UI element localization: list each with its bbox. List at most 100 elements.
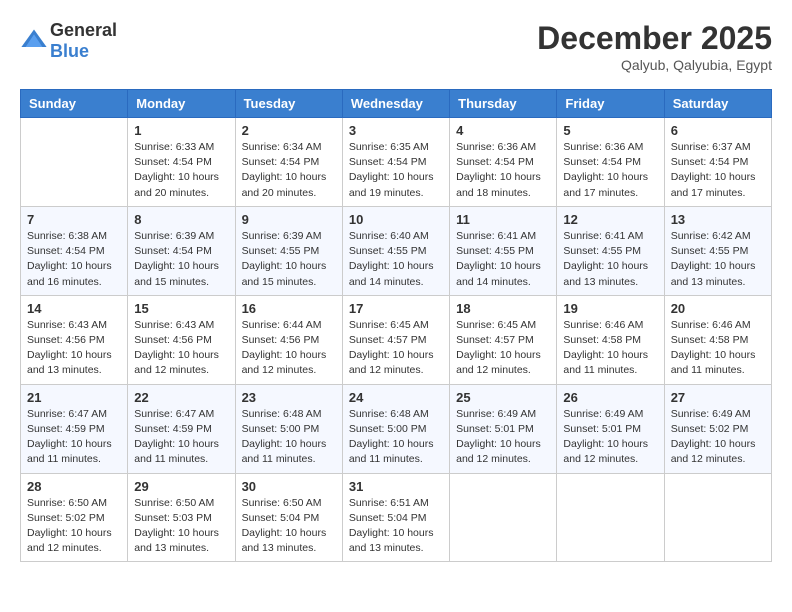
day-number: 2 xyxy=(242,123,336,138)
calendar-cell: 7Sunrise: 6:38 AMSunset: 4:54 PMDaylight… xyxy=(21,206,128,295)
day-number: 19 xyxy=(563,301,657,316)
weekday-header-saturday: Saturday xyxy=(664,90,771,118)
day-info: Sunrise: 6:36 AMSunset: 4:54 PMDaylight:… xyxy=(456,140,550,201)
calendar-cell: 27 Sunrise: 6:49 AMSunset: 5:02 PMDayligh… xyxy=(664,384,771,473)
calendar-cell: 21Sunrise: 6:47 AMSunset: 4:59 PMDayligh… xyxy=(21,384,128,473)
day-number: 11 xyxy=(456,212,550,227)
calendar-cell: 11 Sunrise: 6:41 AMSunset: 4:55 PMDayligh… xyxy=(450,206,557,295)
title-block: December 2025 Qalyub, Qalyubia, Egypt xyxy=(537,20,772,73)
calendar-cell: 8 Sunrise: 6:39 AMSunset: 4:54 PMDaylight… xyxy=(128,206,235,295)
day-number: 23 xyxy=(242,390,336,405)
calendar-table: SundayMondayTuesdayWednesdayThursdayFrid… xyxy=(20,89,772,562)
day-number: 24 xyxy=(349,390,443,405)
calendar-cell: 17Sunrise: 6:45 AMSunset: 4:57 PMDayligh… xyxy=(342,295,449,384)
day-info: Sunrise: 6:45 AMSunset: 4:57 PMDaylight:… xyxy=(349,318,443,379)
day-info: Sunrise: 6:43 AMSunset: 4:56 PMDaylight:… xyxy=(27,318,121,379)
day-number: 16 xyxy=(242,301,336,316)
logo-icon xyxy=(20,26,48,54)
day-number: 8 xyxy=(134,212,228,227)
calendar-cell: 29 Sunrise: 6:50 AMSunset: 5:03 PMDayligh… xyxy=(128,473,235,562)
day-number: 6 xyxy=(671,123,765,138)
calendar-week-row: 1 Sunrise: 6:33 AMSunset: 4:54 PMDaylight… xyxy=(21,118,772,207)
day-info: Sunrise: 6:38 AMSunset: 4:54 PMDaylight:… xyxy=(27,229,121,290)
day-info: Sunrise: 6:45 AMSunset: 4:57 PMDaylight:… xyxy=(456,318,550,379)
day-info: Sunrise: 6:46 AMSunset: 4:58 PMDaylight:… xyxy=(563,318,657,379)
day-info: Sunrise: 6:35 AMSunset: 4:54 PMDaylight:… xyxy=(349,140,443,201)
calendar-cell: 25 Sunrise: 6:49 AMSunset: 5:01 PMDayligh… xyxy=(450,384,557,473)
day-number: 29 xyxy=(134,479,228,494)
weekday-header-wednesday: Wednesday xyxy=(342,90,449,118)
day-number: 10 xyxy=(349,212,443,227)
calendar-cell: 16 Sunrise: 6:44 AMSunset: 4:56 PMDayligh… xyxy=(235,295,342,384)
day-number: 28 xyxy=(27,479,121,494)
day-info: Sunrise: 6:49 AMSunset: 5:01 PMDaylight:… xyxy=(563,407,657,468)
day-info: Sunrise: 6:42 AMSunset: 4:55 PMDaylight:… xyxy=(671,229,765,290)
logo: General Blue xyxy=(20,20,117,60)
month-title: December 2025 xyxy=(537,20,772,57)
calendar-cell: 10 Sunrise: 6:40 AMSunset: 4:55 PMDayligh… xyxy=(342,206,449,295)
calendar-cell: 26 Sunrise: 6:49 AMSunset: 5:01 PMDayligh… xyxy=(557,384,664,473)
day-number: 4 xyxy=(456,123,550,138)
calendar-cell: 22 Sunrise: 6:47 AMSunset: 4:59 PMDayligh… xyxy=(128,384,235,473)
calendar-cell: 4 Sunrise: 6:36 AMSunset: 4:54 PMDaylight… xyxy=(450,118,557,207)
calendar-cell: 2Sunrise: 6:34 AMSunset: 4:54 PMDaylight… xyxy=(235,118,342,207)
calendar-cell: 6Sunrise: 6:37 AMSunset: 4:54 PMDaylight… xyxy=(664,118,771,207)
weekday-header-monday: Monday xyxy=(128,90,235,118)
calendar-cell: 1 Sunrise: 6:33 AMSunset: 4:54 PMDaylight… xyxy=(128,118,235,207)
calendar-week-row: 14 Sunrise: 6:43 AMSunset: 4:56 PMDayligh… xyxy=(21,295,772,384)
day-number: 31 xyxy=(349,479,443,494)
calendar-cell: 5 Sunrise: 6:36 AMSunset: 4:54 PMDaylight… xyxy=(557,118,664,207)
day-number: 5 xyxy=(563,123,657,138)
day-number: 14 xyxy=(27,301,121,316)
calendar-cell xyxy=(21,118,128,207)
calendar-cell: 18Sunrise: 6:45 AMSunset: 4:57 PMDayligh… xyxy=(450,295,557,384)
day-info: Sunrise: 6:41 AMSunset: 4:55 PMDaylight:… xyxy=(456,229,550,290)
calendar-cell: 9Sunrise: 6:39 AMSunset: 4:55 PMDaylight… xyxy=(235,206,342,295)
day-info: Sunrise: 6:41 AMSunset: 4:55 PMDaylight:… xyxy=(563,229,657,290)
day-number: 22 xyxy=(134,390,228,405)
day-info: Sunrise: 6:47 AMSunset: 4:59 PMDaylight:… xyxy=(134,407,228,468)
day-info: Sunrise: 6:36 AMSunset: 4:54 PMDaylight:… xyxy=(563,140,657,201)
weekday-header-thursday: Thursday xyxy=(450,90,557,118)
calendar-cell: 20Sunrise: 6:46 AMSunset: 4:58 PMDayligh… xyxy=(664,295,771,384)
calendar-cell xyxy=(450,473,557,562)
calendar-cell: 30Sunrise: 6:50 AMSunset: 5:04 PMDayligh… xyxy=(235,473,342,562)
day-info: Sunrise: 6:51 AMSunset: 5:04 PMDaylight:… xyxy=(349,496,443,557)
calendar-cell: 15 Sunrise: 6:43 AMSunset: 4:56 PMDayligh… xyxy=(128,295,235,384)
weekday-header-tuesday: Tuesday xyxy=(235,90,342,118)
day-number: 12 xyxy=(563,212,657,227)
day-number: 20 xyxy=(671,301,765,316)
calendar-cell xyxy=(557,473,664,562)
day-info: Sunrise: 6:48 AMSunset: 5:00 PMDaylight:… xyxy=(349,407,443,468)
logo-blue: Blue xyxy=(50,41,89,61)
day-info: Sunrise: 6:49 AMSunset: 5:01 PMDaylight:… xyxy=(456,407,550,468)
page-header: General Blue December 2025 Qalyub, Qalyu… xyxy=(20,20,772,73)
weekday-header-sunday: Sunday xyxy=(21,90,128,118)
day-number: 26 xyxy=(563,390,657,405)
day-number: 1 xyxy=(134,123,228,138)
day-info: Sunrise: 6:40 AMSunset: 4:55 PMDaylight:… xyxy=(349,229,443,290)
day-info: Sunrise: 6:48 AMSunset: 5:00 PMDaylight:… xyxy=(242,407,336,468)
calendar-cell xyxy=(664,473,771,562)
day-info: Sunrise: 6:33 AMSunset: 4:54 PMDaylight:… xyxy=(134,140,228,201)
calendar-cell: 13 Sunrise: 6:42 AMSunset: 4:55 PMDayligh… xyxy=(664,206,771,295)
day-info: Sunrise: 6:44 AMSunset: 4:56 PMDaylight:… xyxy=(242,318,336,379)
day-info: Sunrise: 6:39 AMSunset: 4:54 PMDaylight:… xyxy=(134,229,228,290)
day-info: Sunrise: 6:47 AMSunset: 4:59 PMDaylight:… xyxy=(27,407,121,468)
day-number: 25 xyxy=(456,390,550,405)
day-info: Sunrise: 6:49 AMSunset: 5:02 PMDaylight:… xyxy=(671,407,765,468)
day-number: 15 xyxy=(134,301,228,316)
day-number: 3 xyxy=(349,123,443,138)
logo-general: General xyxy=(50,20,117,40)
day-number: 27 xyxy=(671,390,765,405)
calendar-week-row: 21Sunrise: 6:47 AMSunset: 4:59 PMDayligh… xyxy=(21,384,772,473)
day-info: Sunrise: 6:50 AMSunset: 5:04 PMDaylight:… xyxy=(242,496,336,557)
day-info: Sunrise: 6:50 AMSunset: 5:03 PMDaylight:… xyxy=(134,496,228,557)
weekday-header-friday: Friday xyxy=(557,90,664,118)
day-info: Sunrise: 6:50 AMSunset: 5:02 PMDaylight:… xyxy=(27,496,121,557)
day-info: Sunrise: 6:43 AMSunset: 4:56 PMDaylight:… xyxy=(134,318,228,379)
calendar-week-row: 7Sunrise: 6:38 AMSunset: 4:54 PMDaylight… xyxy=(21,206,772,295)
day-info: Sunrise: 6:39 AMSunset: 4:55 PMDaylight:… xyxy=(242,229,336,290)
day-number: 13 xyxy=(671,212,765,227)
calendar-header-row: SundayMondayTuesdayWednesdayThursdayFrid… xyxy=(21,90,772,118)
